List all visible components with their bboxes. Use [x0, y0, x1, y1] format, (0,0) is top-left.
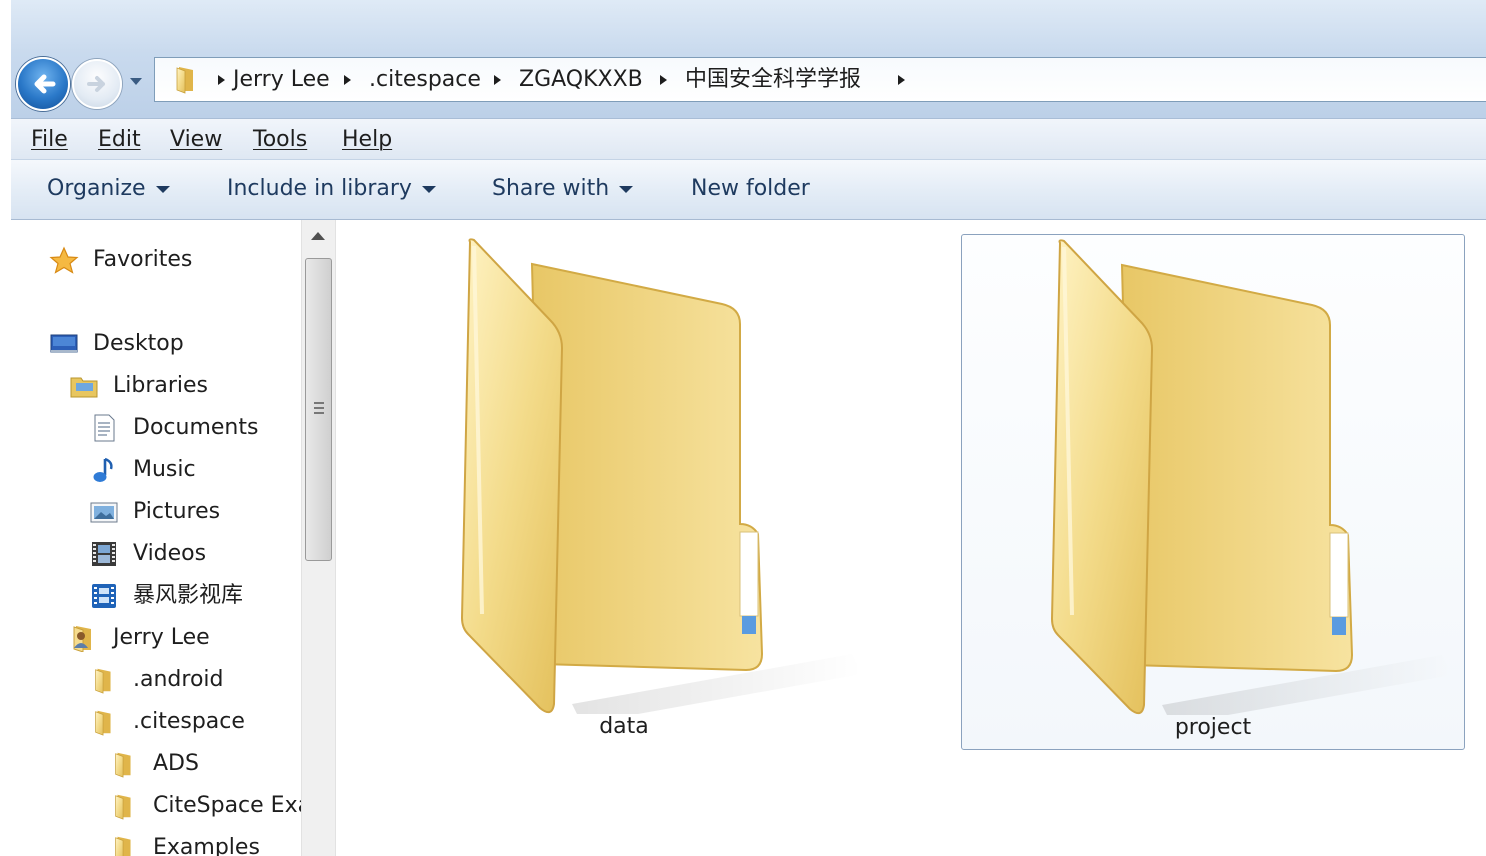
sidebar-item-label: Pictures: [133, 499, 221, 524]
menu-edit[interactable]: Edit: [98, 119, 141, 161]
caret-down-icon: [155, 185, 170, 193]
share-with-button[interactable]: Share with: [492, 160, 634, 218]
caret-down-icon: [619, 185, 634, 193]
sidebar-item-label: 暴风影视库: [133, 583, 244, 608]
videos-icon: [92, 542, 116, 566]
menu-tools[interactable]: Tools: [253, 119, 307, 161]
menu-file[interactable]: File: [31, 119, 68, 161]
explorer-window: Jerry Lee .citespace ZGAQKXXB 中国安全科学学报 F…: [11, 0, 1486, 856]
music-icon: [93, 457, 113, 482]
folder-name: project: [1174, 715, 1252, 740]
folder-icon: [422, 234, 862, 714]
sidebar-item-label: Examples: [153, 835, 260, 856]
sidebar-item-label: .android: [133, 667, 224, 692]
organize-label: Organize: [47, 176, 146, 201]
sidebar-item-label: .citespace: [133, 709, 245, 734]
share-with-label: Share with: [492, 176, 610, 201]
file-list: data project: [336, 220, 1486, 856]
command-bar: Organize Include in library Share with N…: [11, 160, 1486, 220]
video-library-icon: [92, 584, 116, 608]
scroll-thumb[interactable]: [305, 258, 332, 561]
libraries-icon: [70, 377, 98, 398]
recent-pages-dropdown[interactable]: [127, 72, 145, 90]
user-folder-icon: [73, 626, 91, 652]
folder-icon: [1012, 235, 1452, 715]
folder-item-project[interactable]: project: [961, 234, 1465, 750]
navigation-scrollbar[interactable]: [301, 220, 336, 856]
title-bar: Jerry Lee .citespace ZGAQKXXB 中国安全科学学报: [11, 0, 1486, 118]
breadcrumb-current-folder[interactable]: 中国安全科学学报: [685, 58, 861, 101]
organize-button[interactable]: Organize: [47, 160, 170, 218]
window-frame-edge: [0, 0, 11, 856]
breadcrumb-arrow-icon[interactable]: [657, 73, 669, 87]
desktop-icon: [50, 334, 78, 353]
folder-icon: [109, 750, 139, 778]
folder-icon: [109, 834, 139, 856]
arrow-left-icon: [34, 74, 56, 94]
star-icon: [49, 246, 79, 274]
back-button[interactable]: [16, 57, 70, 111]
folder-item-data[interactable]: data: [372, 234, 876, 750]
menu-bar: File Edit View Tools Help: [11, 118, 1486, 160]
sidebar-item-label: Desktop: [93, 331, 184, 356]
include-in-library-label: Include in library: [227, 176, 412, 201]
scroll-up-arrow-icon[interactable]: [311, 232, 325, 240]
pictures-icon: [90, 502, 118, 523]
sidebar-item-label: ADS: [153, 751, 199, 776]
menu-help[interactable]: Help: [342, 119, 392, 161]
navigation-pane: Favorites Desktop Libraries Documents Mu…: [11, 220, 311, 856]
breadcrumb-arrow-icon[interactable]: [215, 73, 227, 87]
breadcrumb-arrow-icon[interactable]: [341, 73, 353, 87]
sidebar-item-label: Videos: [133, 541, 207, 566]
folder-icon: [89, 708, 119, 736]
sidebar-item-label: CiteSpace Exa: [153, 793, 312, 818]
new-folder-button[interactable]: New folder: [691, 160, 810, 218]
folder-icon: [109, 792, 139, 820]
breadcrumb-arrow-icon[interactable]: [895, 73, 907, 87]
sidebar-item-label: Favorites: [93, 247, 193, 272]
sidebar-item-label: Music: [133, 457, 196, 482]
folder-name: data: [599, 714, 649, 739]
folder-icon: [171, 64, 201, 94]
address-bar[interactable]: Jerry Lee .citespace ZGAQKXXB 中国安全科学学报: [154, 57, 1486, 102]
breadcrumb-citespace[interactable]: .citespace: [369, 58, 481, 101]
arrow-right-icon: [87, 76, 105, 92]
breadcrumb-zgaqkxxb[interactable]: ZGAQKXXB: [519, 58, 643, 101]
menu-view[interactable]: View: [170, 119, 222, 161]
caret-down-icon: [421, 185, 436, 193]
folder-icon: [89, 666, 119, 694]
sidebar-item-label: Libraries: [113, 373, 209, 398]
include-in-library-button[interactable]: Include in library: [227, 160, 436, 218]
grip-icon: [314, 402, 324, 414]
sidebar-item-label: Jerry Lee: [113, 625, 210, 650]
breadcrumb-arrow-icon[interactable]: [491, 73, 503, 87]
breadcrumb-jerry-lee[interactable]: Jerry Lee: [233, 58, 330, 101]
document-icon: [94, 414, 115, 442]
sidebar-item-label: Documents: [133, 415, 259, 440]
forward-button[interactable]: [72, 59, 122, 109]
